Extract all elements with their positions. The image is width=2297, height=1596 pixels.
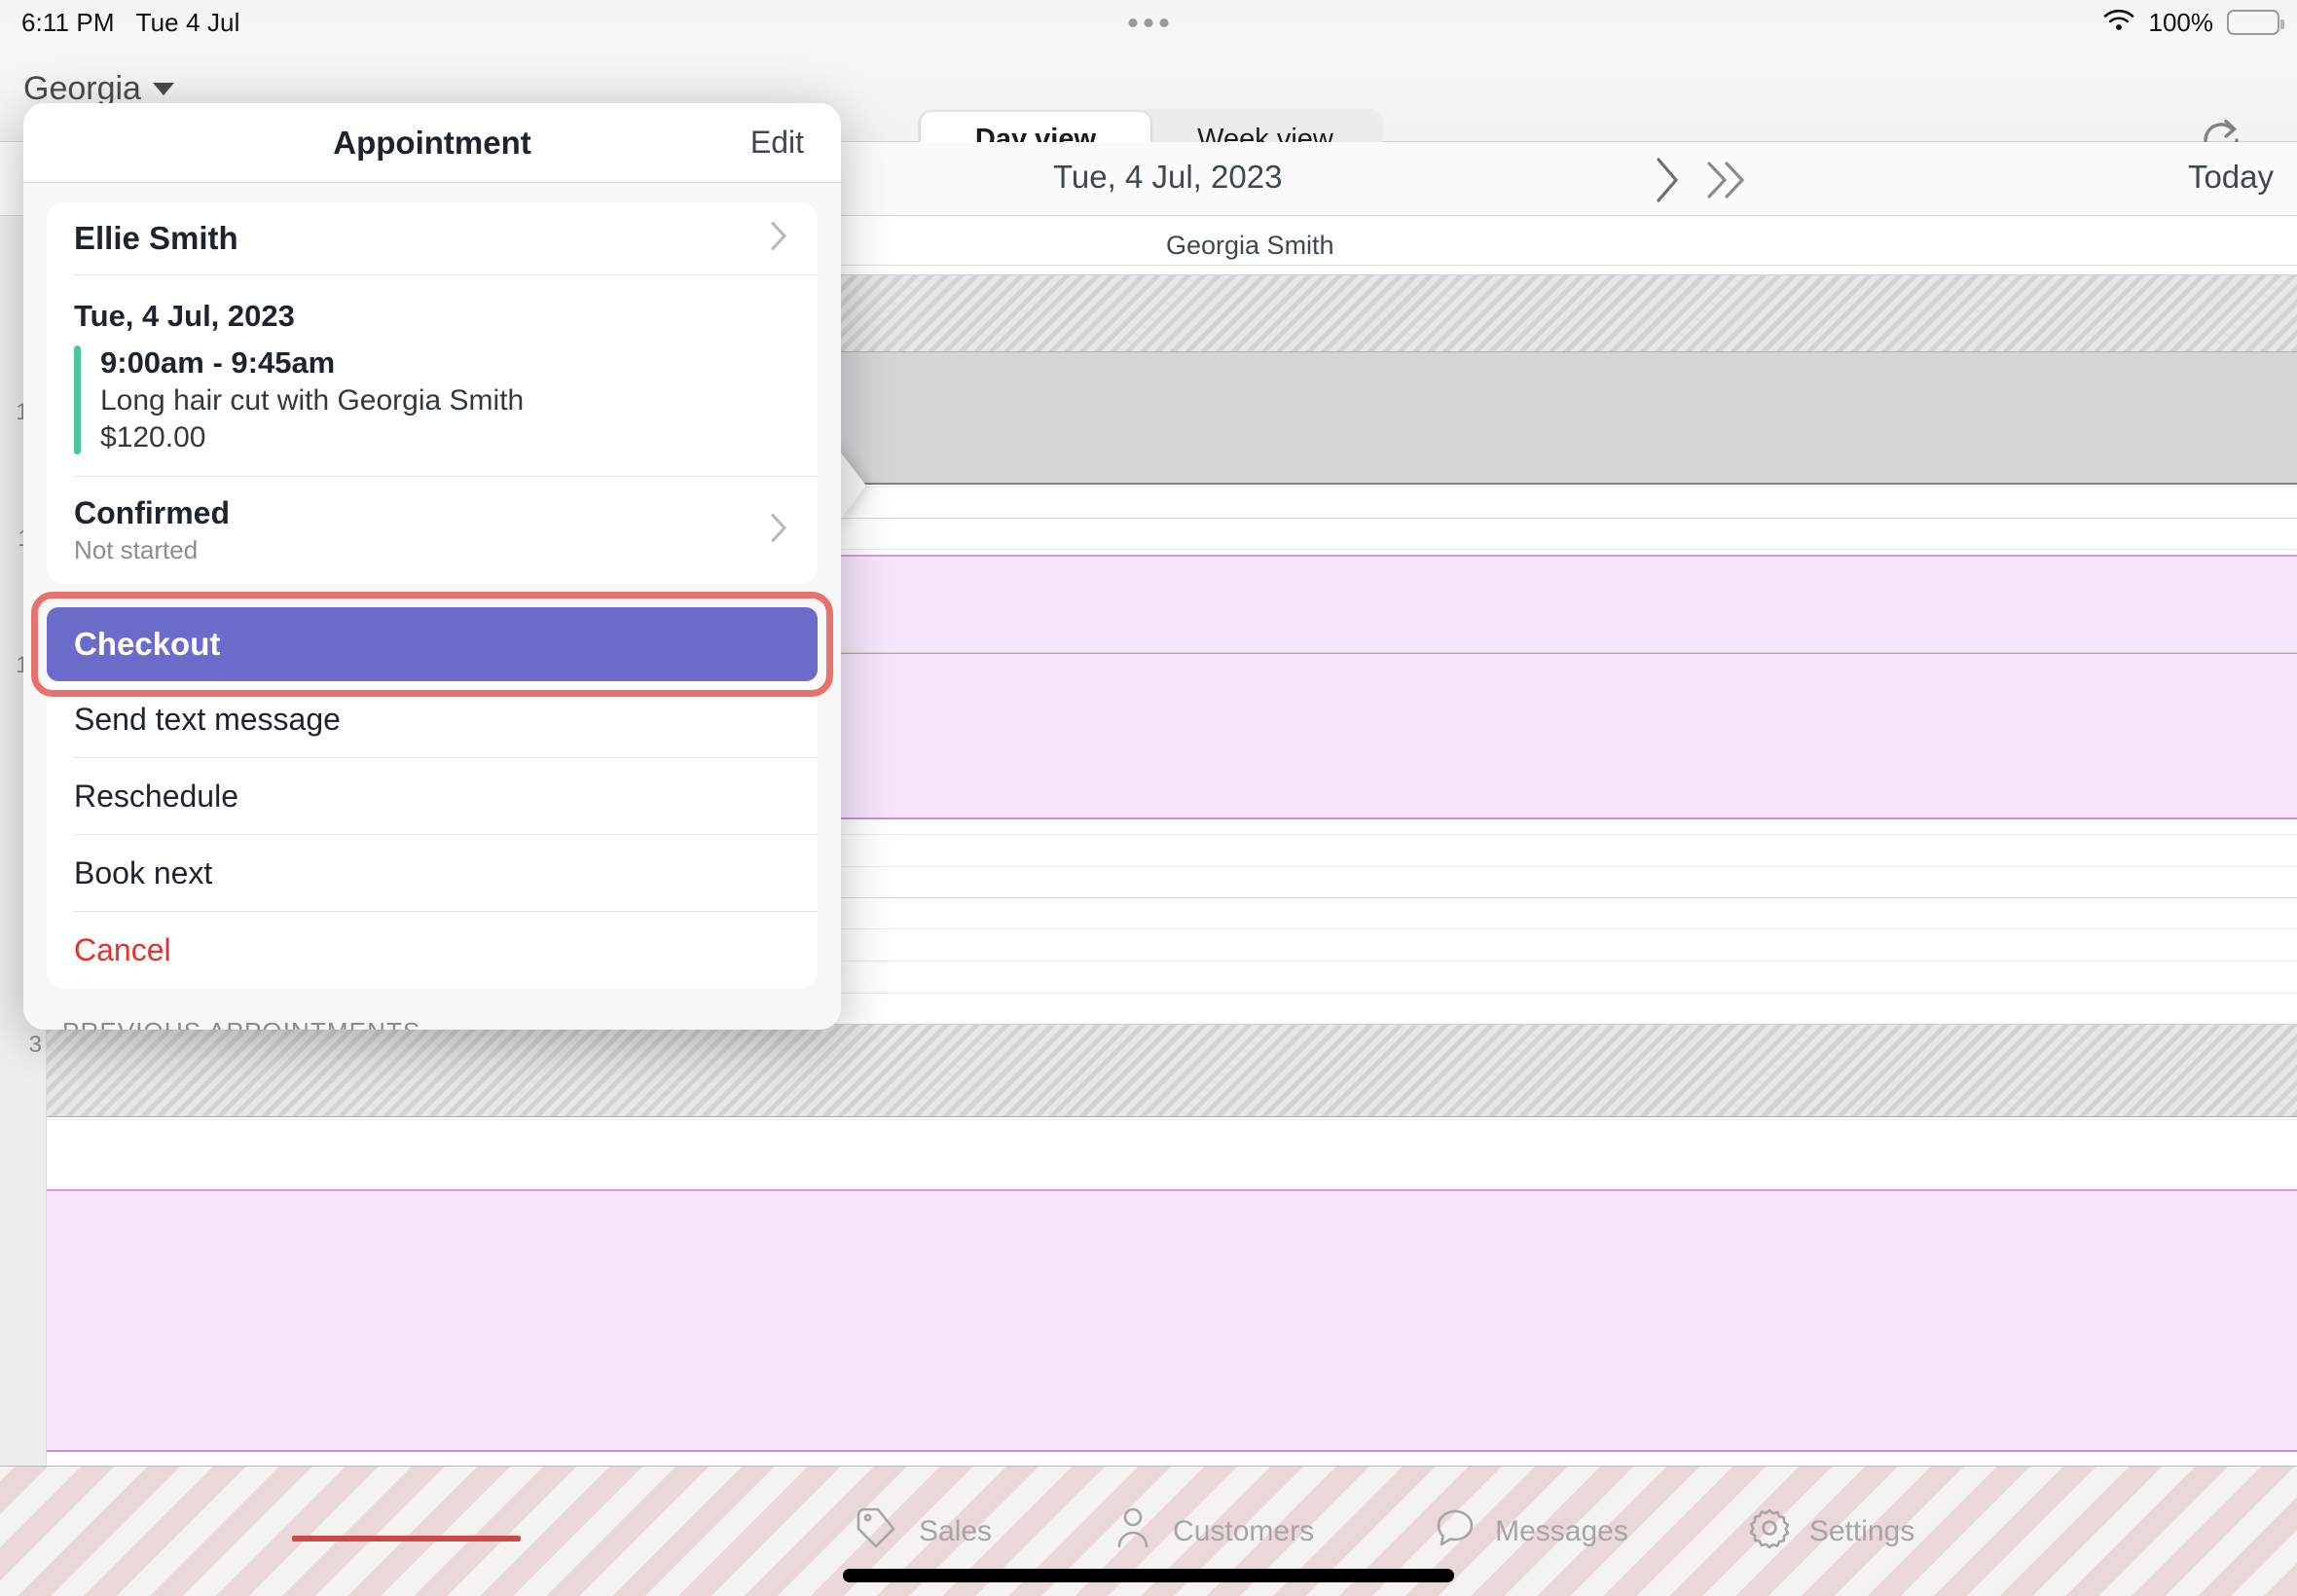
previous-appointments-heading: PREVIOUS APPOINTMENTS bbox=[23, 988, 841, 1030]
status-bar-time: 6:11 PM bbox=[21, 7, 115, 37]
chevron-right-icon[interactable] bbox=[1645, 152, 1688, 213]
appointment-status: Confirmed bbox=[74, 495, 230, 530]
double-chevron-right-icon[interactable] bbox=[1701, 152, 1752, 213]
service-color-bar bbox=[74, 345, 81, 454]
tab-settings-label: Settings bbox=[1808, 1514, 1915, 1547]
popover-body: Ellie Smith Tue, 4 Jul, 2023 9:00am - 9:… bbox=[23, 183, 841, 1030]
cancel-button[interactable]: Cancel bbox=[47, 912, 818, 988]
chevron-right-icon bbox=[769, 220, 788, 258]
send-text-message-button[interactable]: Send text message bbox=[47, 681, 818, 757]
tab-messages-label: Messages bbox=[1495, 1514, 1628, 1547]
tab-settings[interactable]: Settings bbox=[1747, 1505, 1914, 1558]
chevron-right-icon bbox=[769, 512, 788, 550]
chevron-down-icon bbox=[152, 83, 174, 95]
tab-customers[interactable]: Customers bbox=[1111, 1505, 1314, 1558]
edit-button[interactable]: Edit bbox=[750, 125, 804, 161]
today-button[interactable]: Today bbox=[2188, 159, 2274, 196]
gear-icon bbox=[1747, 1505, 1792, 1558]
multitask-dot bbox=[1144, 18, 1153, 27]
tab-sales[interactable]: Sales bbox=[857, 1505, 992, 1558]
status-bar-left: 6:11 PM Tue 4 Jul bbox=[21, 8, 240, 38]
status-bar-right: 100% bbox=[2102, 7, 2284, 39]
popover-header: Appointment Edit bbox=[23, 103, 841, 183]
book-next-button[interactable]: Book next bbox=[47, 835, 818, 911]
appointment-service-name: Long hair cut with Georgia Smith bbox=[100, 384, 525, 417]
appointment-time-range: 9:00am - 9:45am bbox=[100, 345, 336, 380]
appointment-price: $120.00 bbox=[100, 421, 206, 453]
appointment-popover: Appointment Edit Ellie Smith Tue, 4 Jul,… bbox=[23, 103, 841, 1030]
date-nav-arrows bbox=[1645, 152, 1752, 213]
multitask-handle[interactable] bbox=[1128, 18, 1169, 27]
tab-customers-label: Customers bbox=[1173, 1514, 1315, 1547]
appointment-actions-list: Send text message Reschedule Book next C… bbox=[47, 681, 818, 988]
appointment-service-row: 9:00am - 9:45am Long hair cut with Georg… bbox=[47, 345, 818, 476]
battery-icon bbox=[2227, 10, 2284, 35]
calendar-appointment-block-purple[interactable] bbox=[47, 1189, 2297, 1452]
appointment-progress: Not started bbox=[74, 535, 199, 564]
annotation-underline bbox=[292, 1536, 521, 1542]
chat-bubble-icon bbox=[1433, 1505, 1477, 1558]
reschedule-button[interactable]: Reschedule bbox=[47, 758, 818, 834]
calendar-column-header-label: Georgia Smith bbox=[1166, 230, 1334, 260]
battery-percent-label: 100% bbox=[2148, 7, 2214, 37]
bottom-tab-bar: Sales Customers Messages Settings bbox=[0, 1466, 2297, 1596]
tab-messages[interactable]: Messages bbox=[1433, 1505, 1628, 1558]
current-date-label: Tue, 4 Jul, 2023 bbox=[1053, 159, 1283, 195]
tab-sales-label: Sales bbox=[919, 1514, 993, 1547]
popover-title: Appointment bbox=[333, 124, 531, 161]
hour-label: 3 bbox=[28, 1032, 42, 1058]
checkout-button-wrapper: Checkout bbox=[31, 592, 833, 697]
multitask-dot bbox=[1159, 18, 1169, 27]
status-row[interactable]: Confirmed Not started bbox=[47, 477, 818, 584]
app-root: 6:11 PM Tue 4 Jul 100% Georgia Day view … bbox=[0, 0, 2297, 1596]
customer-row[interactable]: Ellie Smith bbox=[47, 202, 818, 274]
tag-icon bbox=[857, 1505, 901, 1558]
multitask-dot bbox=[1128, 18, 1138, 27]
ios-status-bar: 6:11 PM Tue 4 Jul 100% bbox=[0, 0, 2297, 45]
checkout-button[interactable]: Checkout bbox=[47, 607, 818, 681]
calendar-closed-block bbox=[47, 1024, 2297, 1117]
wifi-icon bbox=[2102, 7, 2135, 39]
home-indicator[interactable] bbox=[843, 1569, 1454, 1582]
customer-name: Ellie Smith bbox=[74, 220, 238, 256]
appointment-details-card: Ellie Smith Tue, 4 Jul, 2023 9:00am - 9:… bbox=[47, 202, 818, 584]
status-bar-date: Tue 4 Jul bbox=[135, 7, 240, 37]
person-icon bbox=[1111, 1505, 1155, 1558]
appointment-date: Tue, 4 Jul, 2023 bbox=[74, 299, 295, 333]
